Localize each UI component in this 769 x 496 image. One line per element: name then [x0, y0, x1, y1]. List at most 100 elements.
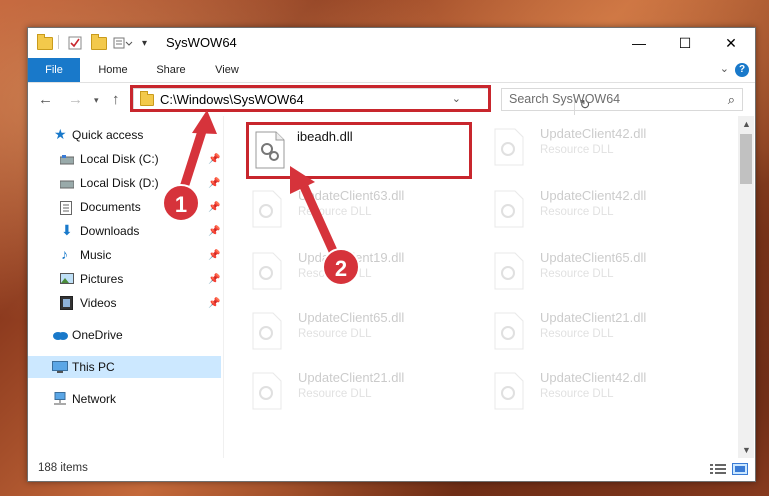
tab-home[interactable]: Home	[92, 58, 134, 82]
new-folder-icon[interactable]	[91, 33, 107, 51]
pin-icon[interactable]: 📌	[208, 226, 220, 237]
file-name: UpdateClient65.dll	[298, 310, 405, 325]
back-arrow-icon[interactable]: ←	[38, 91, 53, 108]
file-item[interactable]: UpdateClient42.dll Resource DLL	[488, 366, 708, 416]
dll-file-icon	[252, 372, 282, 410]
file-item-ibeadh[interactable]: ibeadh.dll	[246, 122, 472, 179]
sidebar-item-music[interactable]: ♪ Music 📌	[28, 244, 221, 266]
dll-file-icon	[252, 312, 282, 350]
sidebar-item-downloads[interactable]: ⬇ Downloads 📌	[28, 220, 221, 242]
explorer-window: ▾ SysWOW64 — ☐ ✕ File Home Share View ⌄ …	[27, 27, 756, 482]
help-icon[interactable]: ?	[735, 63, 749, 77]
vertical-scrollbar[interactable]: ▲ ▼	[738, 116, 754, 458]
file-item[interactable]: UpdateClient42.dll Resource DLL	[488, 184, 708, 234]
dll-file-icon	[494, 312, 524, 350]
file-name: UpdateClient21.dll	[298, 370, 405, 385]
recent-locations-icon[interactable]: ▾	[94, 95, 99, 106]
callout-2: 2	[322, 248, 360, 286]
dll-file-icon	[252, 252, 282, 290]
cloud-icon	[52, 329, 68, 341]
star-icon: ★	[54, 126, 67, 142]
folder-icon	[37, 33, 53, 51]
minimize-button[interactable]: —	[616, 28, 662, 58]
file-name: UpdateClient42.dll	[540, 188, 647, 203]
customize-toolbar-icon[interactable]: ▾	[142, 35, 147, 51]
sidebar-item-pictures[interactable]: Pictures 📌	[28, 268, 221, 290]
sidebar-item-videos[interactable]: Videos 📌	[28, 292, 221, 314]
large-icons-view-icon[interactable]	[732, 463, 748, 475]
pin-icon[interactable]: 📌	[208, 274, 220, 285]
ribbon-tabs: File Home Share View ⌄ ?	[28, 58, 755, 83]
pin-icon[interactable]: 📌	[208, 202, 220, 213]
maximize-button[interactable]: ☐	[662, 28, 708, 58]
tab-share[interactable]: Share	[150, 58, 192, 82]
dll-file-icon	[494, 128, 524, 166]
pin-icon[interactable]: 📌	[208, 178, 220, 189]
sidebar-item-onedrive[interactable]: OneDrive	[28, 324, 221, 346]
pin-icon[interactable]: 📌	[208, 250, 220, 261]
search-input[interactable]: Search SysWOW64 ⌕	[501, 88, 743, 111]
file-name: UpdateClient21.dll	[540, 310, 647, 325]
dll-file-icon	[252, 190, 282, 228]
search-icon[interactable]: ⌕	[728, 92, 735, 108]
network-icon	[52, 392, 66, 405]
divider	[58, 35, 59, 49]
dll-file-icon	[494, 252, 524, 290]
address-row: ← → ▾ ↑ C:\Windows\SysWOW64 ⌄ ↻ Search S…	[28, 83, 755, 115]
documents-icon	[60, 201, 74, 215]
file-item[interactable]: UpdateClient65.dll Resource DLL	[488, 246, 708, 296]
item-count: 188 items	[38, 462, 88, 474]
address-highlight-box	[130, 85, 491, 112]
file-name: UpdateClient63.dll	[298, 188, 405, 203]
scroll-up-icon[interactable]: ▲	[742, 119, 751, 129]
pin-icon[interactable]: 📌	[208, 154, 220, 165]
videos-icon	[60, 296, 74, 310]
drive-icon	[59, 154, 75, 166]
expand-ribbon-icon[interactable]: ⌄	[720, 62, 729, 75]
up-arrow-icon[interactable]: ↑	[112, 91, 120, 108]
file-type: Resource DLL	[298, 206, 372, 218]
file-name: UpdateClient65.dll	[540, 250, 647, 265]
file-type: Resource DLL	[298, 388, 372, 400]
file-item[interactable]: UpdateClient63.dll Resource DLL	[246, 184, 466, 234]
download-icon: ⬇	[61, 222, 73, 238]
tab-file[interactable]: File	[28, 58, 80, 82]
file-type: Resource DLL	[298, 328, 372, 340]
file-list: ibeadh.dll UpdateClient42.dll Resource D…	[224, 116, 738, 458]
sidebar-item-quick-access[interactable]: ★ Quick access	[28, 124, 221, 146]
sidebar-item-network[interactable]: Network	[28, 388, 221, 410]
file-type: Resource DLL	[540, 328, 614, 340]
properties-icon[interactable]	[68, 35, 82, 51]
pin-icon[interactable]: 📌	[208, 298, 220, 309]
close-button[interactable]: ✕	[708, 28, 754, 58]
dll-file-icon	[255, 131, 285, 169]
dll-file-icon	[494, 190, 524, 228]
file-item[interactable]: UpdateClient42.dll Resource DLL	[488, 122, 708, 172]
file-type: Resource DLL	[540, 388, 614, 400]
drive-icon	[59, 178, 75, 190]
search-placeholder: Search SysWOW64	[509, 92, 621, 106]
file-type: Resource DLL	[540, 206, 614, 218]
computer-icon	[52, 361, 68, 373]
scroll-thumb[interactable]	[740, 134, 752, 184]
scroll-down-icon[interactable]: ▼	[742, 445, 751, 455]
pictures-icon	[60, 273, 74, 285]
file-name: UpdateClient42.dll	[540, 370, 647, 385]
window-title: SysWOW64	[166, 35, 237, 50]
music-icon: ♪	[61, 246, 68, 262]
callout-1: 1	[162, 184, 200, 222]
dll-file-icon	[494, 372, 524, 410]
file-item[interactable]: UpdateClient21.dll Resource DLL	[246, 366, 466, 416]
file-item[interactable]: UpdateClient65.dll Resource DLL	[246, 306, 466, 356]
navigation-pane: ★ Quick access Local Disk (C:) 📌 Local D…	[28, 116, 223, 458]
sidebar-item-local-disk-c[interactable]: Local Disk (C:) 📌	[28, 148, 221, 170]
view-options-icon[interactable]	[113, 35, 133, 51]
details-view-icon[interactable]	[710, 463, 726, 475]
status-bar: 188 items	[28, 458, 755, 481]
file-item[interactable]: UpdateClient21.dll Resource DLL	[488, 306, 708, 356]
sidebar-item-this-pc[interactable]: This PC	[28, 356, 221, 378]
title-bar: ▾ SysWOW64 — ☐ ✕	[28, 28, 755, 58]
tab-view[interactable]: View	[208, 58, 246, 82]
file-name: UpdateClient42.dll	[540, 126, 647, 141]
forward-arrow-icon[interactable]: →	[68, 91, 83, 108]
